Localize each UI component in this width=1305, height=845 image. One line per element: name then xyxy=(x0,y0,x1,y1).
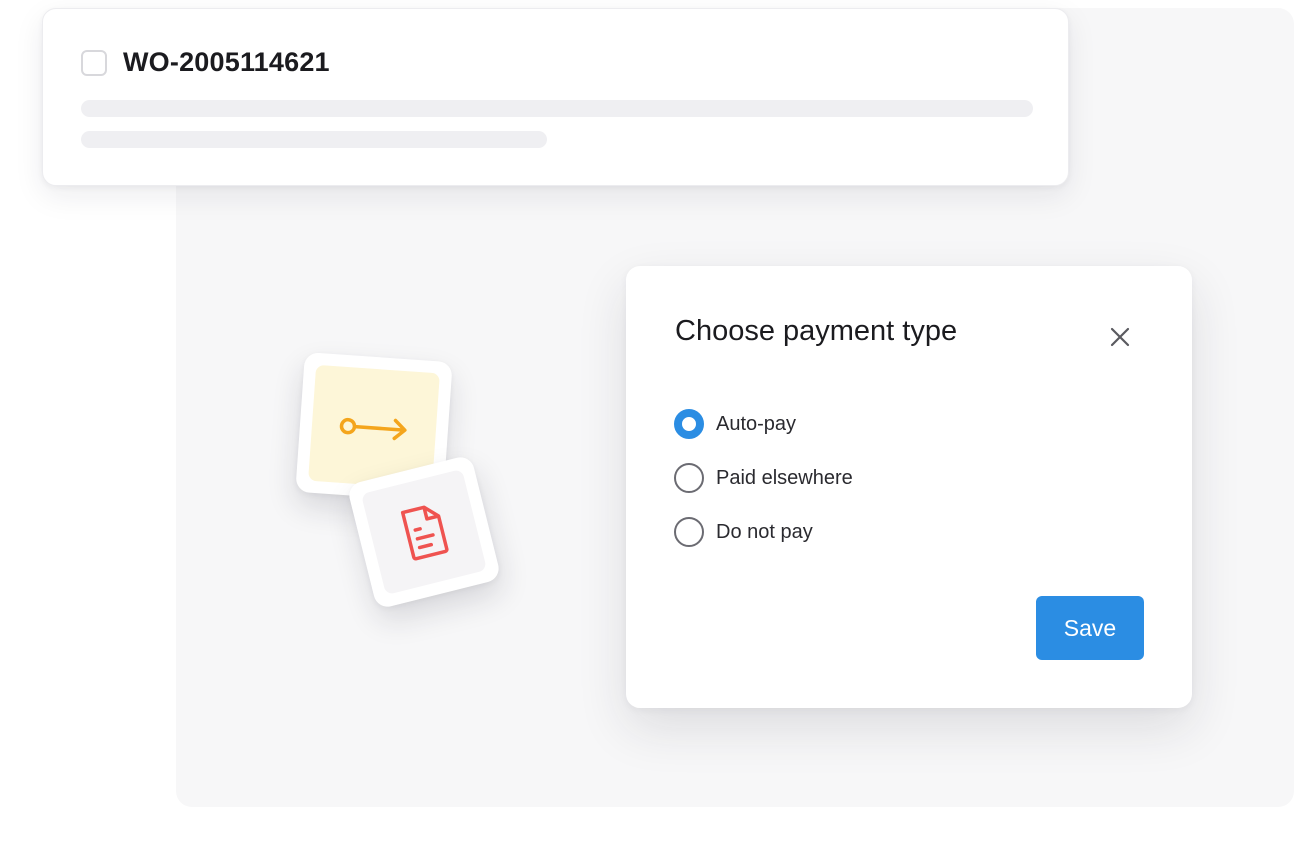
radio-button[interactable] xyxy=(674,409,704,439)
close-icon[interactable] xyxy=(1106,323,1134,351)
work-order-checkbox[interactable] xyxy=(81,50,107,76)
skeleton-line xyxy=(81,131,547,148)
radio-label: Paid elsewhere xyxy=(716,467,853,489)
radio-button[interactable] xyxy=(674,517,704,547)
radio-button[interactable] xyxy=(674,463,704,493)
radio-label: Do not pay xyxy=(716,521,813,543)
radio-option-auto-pay[interactable]: Auto-pay xyxy=(674,409,796,439)
radio-option-do-not-pay[interactable]: Do not pay xyxy=(674,517,813,547)
work-order-card[interactable]: WO-2005114621 xyxy=(42,8,1069,186)
radio-label: Auto-pay xyxy=(716,413,797,435)
modal-title: Choose payment type xyxy=(675,315,958,347)
payment-type-modal: Choose payment type Auto-pay Paid elsewh… xyxy=(626,266,1192,708)
stage: WO-2005114621 Choose payment type Auto-p… xyxy=(0,0,1305,845)
radio-option-paid-elsewhere[interactable]: Paid elsewhere xyxy=(674,463,853,493)
key-arrow-icon xyxy=(339,417,407,441)
save-button[interactable]: Save xyxy=(1036,596,1144,660)
work-order-id: WO-2005114621 xyxy=(123,47,330,77)
skeleton-line xyxy=(81,100,1033,117)
